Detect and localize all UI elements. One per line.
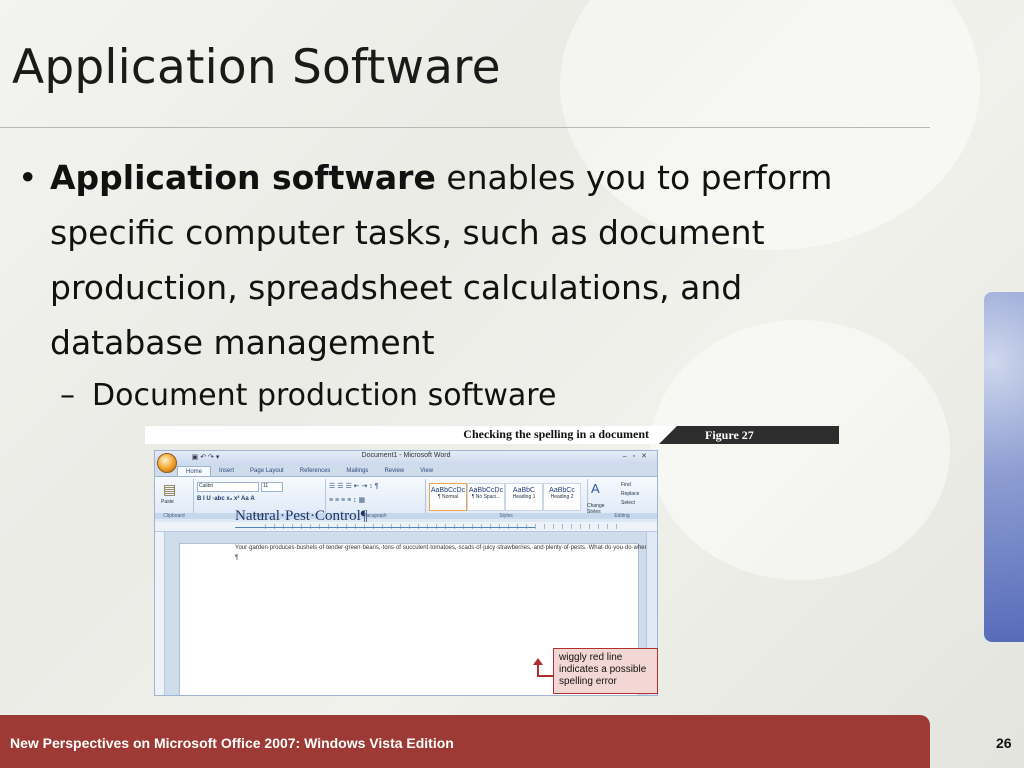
bullet-bold-term: Application software <box>50 158 436 197</box>
tab-page-layout: Page Layout <box>250 468 284 474</box>
ribbon: ▤ Paste Clipboard Calibri 11 B I U ·abc … <box>155 476 657 523</box>
editing-group-label: Editing <box>587 513 657 519</box>
paste-label: Paste <box>161 499 174 505</box>
style-sample: AaBbCcDc <box>430 487 466 494</box>
style-sample: AaBbCcDc <box>468 487 504 494</box>
change-styles-icon: A <box>591 481 600 496</box>
office-button-icon <box>157 453 177 473</box>
tab-references: References <box>299 468 331 474</box>
window-controls: –▫✕ <box>622 453 653 460</box>
footer-text: New Perspectives on Microsoft Office 200… <box>10 735 454 751</box>
tab-review: Review <box>384 468 405 474</box>
font-format-buttons: B I U ·abc x₂ x² Aa A <box>197 496 255 502</box>
paste-icon: ▤ <box>163 481 177 497</box>
style-sample: AaBbC <box>512 487 536 494</box>
tab-mailings: Mailings <box>346 468 369 474</box>
document-paragraph: Your·garden·produces·bushels·of·tender·g… <box>235 545 657 561</box>
tab-home: Home <box>177 466 212 476</box>
style-name: ¶ Normal <box>437 494 459 500</box>
style-normal: AaBbCcDc ¶ Normal <box>429 483 467 511</box>
tab-insert: Insert <box>219 468 235 474</box>
style-no-spacing: AaBbCcDc ¶ No Spaci... <box>467 483 505 511</box>
document-heading: Natural·Pest·Control¶ <box>235 508 368 524</box>
bullet-icon: • <box>18 158 38 197</box>
bullet-item: • Application software enables you to pe… <box>18 150 898 370</box>
dash-icon: – <box>60 378 75 413</box>
clipboard-group: ▤ Paste Clipboard <box>155 479 194 519</box>
tab-view: View <box>420 468 434 474</box>
align-buttons-icon: ≡ ≡ ≡ ≡ ↕ ▦ <box>329 497 366 504</box>
slide-body: • Application software enables you to pe… <box>18 150 898 422</box>
callout-leader-line <box>537 663 539 675</box>
title-divider <box>0 127 930 128</box>
slide-number: 26 <box>996 735 1012 751</box>
styles-group: AaBbCcDc ¶ Normal AaBbCcDc ¶ No Spaci... A… <box>425 479 588 519</box>
slide-footer: New Perspectives on Microsoft Office 200… <box>0 715 930 768</box>
ribbon-tabs: Home Insert Page Layout References Maili… <box>177 466 441 476</box>
style-sample: AaBbCc <box>549 487 575 494</box>
style-heading-1: AaBbC Heading 1 <box>505 483 543 511</box>
find-button: Find <box>621 482 631 488</box>
style-name: Heading 1 <box>512 494 536 500</box>
word-window-title: Document1 - Microsoft Word <box>361 452 451 459</box>
heading-underline <box>235 527 535 528</box>
select-button: Select <box>621 500 635 506</box>
style-name: ¶ No Spaci... <box>471 494 501 500</box>
bullet-text: Application software enables you to perf… <box>50 150 898 370</box>
callout-leader-line <box>537 675 553 677</box>
style-heading-2: AaBbCc Heading 2 <box>543 483 581 511</box>
sub-bullet-text: Document production software <box>92 378 557 413</box>
sub-bullet-item: – Document production software <box>60 370 898 422</box>
clipboard-group-label: Clipboard <box>155 513 193 519</box>
style-name: Heading 2 <box>550 494 574 500</box>
font-size-value: 11 <box>263 483 269 489</box>
spelling-callout: wiggly red line indicates a possible spe… <box>553 648 658 694</box>
word-titlebar: Document1 - Microsoft Word ▣ ↶ ↷ ▾ –▫✕ <box>155 451 657 465</box>
font-name-value: Calibri <box>199 483 214 489</box>
list-buttons-icon: ☰ ☰ ☰ ⇤ ⇥ ↕ ¶ <box>329 483 379 490</box>
editing-group: A Change Styles Find Replace Select Edit… <box>587 479 657 519</box>
decorative-fractal-image <box>984 292 1024 642</box>
figure-label: Figure 27 <box>659 426 839 444</box>
vertical-ruler <box>155 532 165 695</box>
quick-access-toolbar: ▣ ↶ ↷ ▾ <box>180 454 220 461</box>
replace-button: Replace <box>621 491 640 497</box>
figure-caption-bar: Checking the spelling in a document Figu… <box>145 426 839 444</box>
figure-caption: Checking the spelling in a document <box>463 427 649 441</box>
slide-title: Application Software <box>12 40 501 95</box>
styles-group-label: Styles <box>425 513 587 519</box>
